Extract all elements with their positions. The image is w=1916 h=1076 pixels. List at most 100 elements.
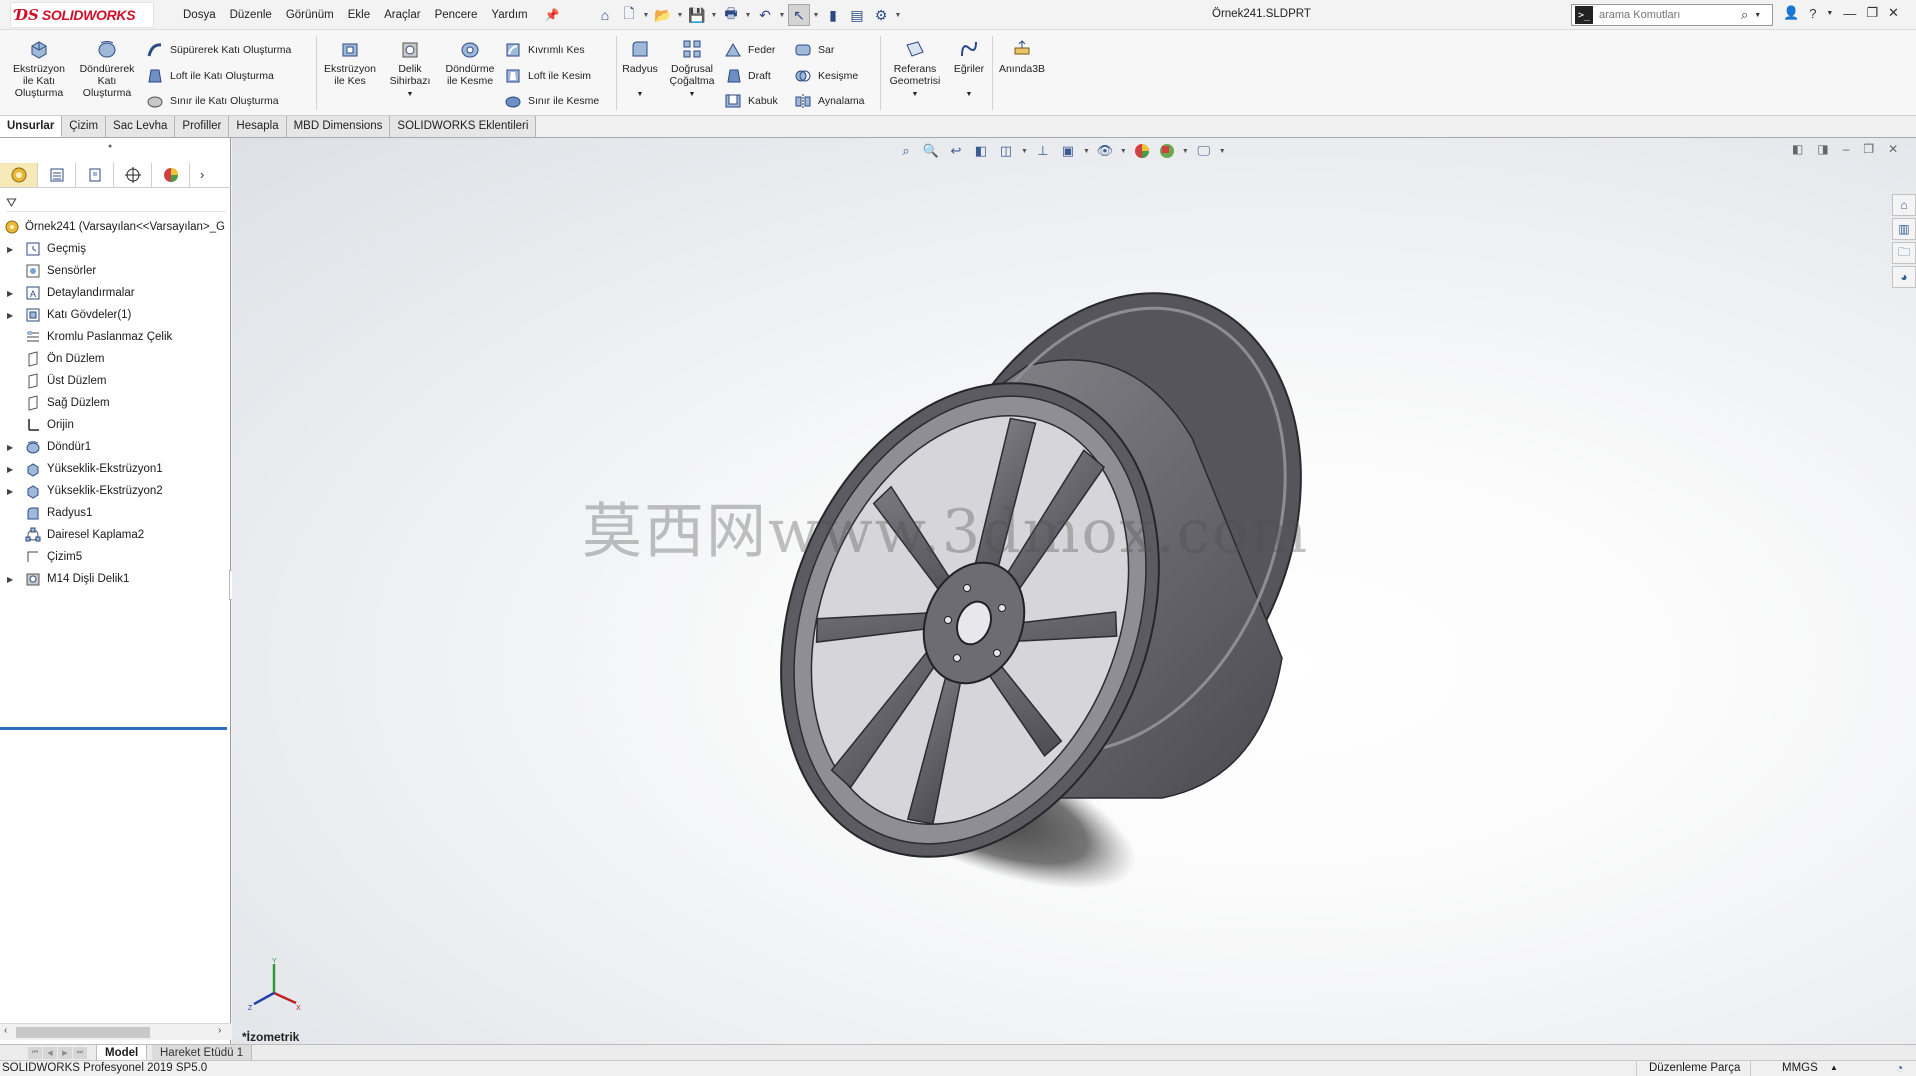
undo-caret-icon[interactable]: ▼	[778, 12, 786, 19]
search-input[interactable]	[1599, 9, 1739, 21]
tree-item[interactable]: Sensörler	[0, 260, 229, 282]
tree-item[interactable]: Kromlu Paslanmaz Çelik	[0, 326, 229, 348]
prev-tab-icon[interactable]: ◀	[43, 1047, 57, 1059]
open-caret-icon[interactable]: ▼	[676, 12, 684, 19]
user-icon[interactable]: 👤	[1783, 5, 1799, 21]
home-icon[interactable]: ⌂	[594, 4, 616, 26]
tree-item[interactable]: Ön Düzlem	[0, 348, 229, 370]
menu-pencere[interactable]: Pencere	[428, 9, 485, 21]
hole-wizard-caret-icon[interactable]: ▼	[407, 89, 414, 101]
rib-button[interactable]: Feder	[724, 41, 775, 59]
extrude-boss-button[interactable]: Ekstrüzyon ile Katı Oluşturma	[8, 38, 70, 99]
new-caret-icon[interactable]: ▼	[642, 12, 650, 19]
tab-hesapla[interactable]: Hesapla	[229, 116, 287, 137]
tree-item[interactable]: ▶ Döndür1	[0, 436, 229, 458]
mirror-button[interactable]: Aynalama	[794, 92, 865, 110]
tree-item[interactable]: Dairesel Kaplama2	[0, 524, 229, 546]
boundary-cut-button[interactable]: Sınır ile Kesme	[504, 92, 599, 110]
shell-button[interactable]: Kabuk	[724, 92, 778, 110]
pin-menu-icon[interactable]: 📌	[545, 8, 560, 22]
menu-dosya[interactable]: Dosya	[176, 9, 223, 21]
curves-button[interactable]: Eğriler ▼	[950, 38, 988, 101]
expand-arrow-icon[interactable]: ▶	[7, 465, 13, 474]
configuration-manager-tab-icon[interactable]	[76, 162, 114, 187]
tab-motion-study[interactable]: Hareket Etüdü 1	[152, 1045, 253, 1061]
open-folder-icon[interactable]: 📂	[652, 4, 674, 26]
fillet-caret-icon[interactable]: ▼	[637, 89, 644, 101]
search-commands-box[interactable]: >_ ⌕ ▼	[1571, 4, 1773, 26]
minimize-icon[interactable]: —	[1843, 6, 1856, 21]
tab-model[interactable]: Model	[96, 1045, 148, 1061]
search-icon[interactable]: ⌕	[1741, 7, 1748, 23]
tree-item[interactable]: ▶ M14 Dişli Delik1	[0, 568, 229, 590]
first-tab-icon[interactable]: ⏮	[28, 1047, 42, 1059]
expand-arrow-icon[interactable]: ▶	[7, 487, 13, 496]
instant3d-button[interactable]: Anında3B	[996, 38, 1048, 75]
tree-item[interactable]: Çizim5	[0, 546, 229, 568]
help-icon[interactable]: ?	[1809, 6, 1816, 21]
tab-mbd-dimensions[interactable]: MBD Dimensions	[286, 116, 391, 137]
chevron-right-icon[interactable]: ›	[200, 167, 204, 182]
close-icon[interactable]: ✕	[1888, 5, 1899, 21]
rebuild-status-icon[interactable]: ◔	[1896, 1061, 1903, 1075]
wheel-rim-model[interactable]	[232, 138, 1916, 1044]
wrap-button[interactable]: Sar	[794, 41, 834, 59]
horizontal-scrollbar[interactable]: ‹ ›	[0, 1023, 231, 1040]
scroll-thumb[interactable]	[16, 1027, 150, 1038]
tree-item[interactable]: Orijin	[0, 414, 229, 436]
property-manager-tab-icon[interactable]	[38, 162, 76, 187]
curves-caret-icon[interactable]: ▼	[966, 89, 973, 101]
tab-profiller[interactable]: Profiller	[175, 116, 230, 137]
unit-caret-icon[interactable]: ▲	[1830, 1063, 1838, 1072]
save-caret-icon[interactable]: ▼	[710, 12, 718, 19]
feature-manager-tab-icon[interactable]	[0, 162, 38, 187]
new-document-icon[interactable]: 🗋	[618, 4, 640, 26]
unit-system[interactable]: MMGS	[1782, 1062, 1818, 1074]
tab-solidworks-eklentileri[interactable]: SOLIDWORKS Eklentileri	[390, 116, 537, 137]
scroll-right-icon[interactable]: ›	[218, 1025, 221, 1036]
rollback-bar[interactable]	[0, 727, 227, 730]
revolve-boss-button[interactable]: Döndürerek Katı Oluşturma	[74, 38, 140, 99]
tree-item[interactable]: Üst Düzlem	[0, 370, 229, 392]
tab-unsurlar[interactable]: Unsurlar	[0, 116, 63, 137]
tree-item[interactable]: ▶ Yükseklik-Ekstrüzyon2	[0, 480, 229, 502]
expand-arrow-icon[interactable]: ▶	[7, 245, 13, 254]
display-manager-tab-icon[interactable]	[152, 162, 190, 187]
tree-item[interactable]: Sağ Düzlem	[0, 392, 229, 414]
last-tab-icon[interactable]: ⏭	[73, 1047, 87, 1059]
menu-duzenle[interactable]: Düzenle	[223, 9, 279, 21]
tree-item[interactable]: ▶ Katı Gövdeler(1)	[0, 304, 229, 326]
swept-cut-button[interactable]: Kıvrımlı Kes	[504, 41, 585, 59]
linear-pattern-button[interactable]: Doğrusal Çoğaltma ▼	[664, 38, 720, 101]
undo-icon[interactable]: ↶	[754, 4, 776, 26]
scroll-left-icon[interactable]: ‹	[4, 1025, 7, 1036]
graphics-area[interactable]: ⌕ 🔍 ↩ ◧ ◫ ▼ ⊥ ▣ ▼ 👁 ▼ ▼ 🖵 ▼ ◧ ◨ – ❐ ✕ ⌂ …	[232, 138, 1916, 1044]
tree-item[interactable]: ▶ A Detaylandırmalar	[0, 282, 229, 304]
fillet-button[interactable]: Radyus ▼	[620, 38, 660, 101]
print-icon[interactable]: 🖶	[720, 4, 742, 26]
help-caret-icon[interactable]: ▼	[1826, 10, 1833, 17]
dimxpert-manager-tab-icon[interactable]	[114, 162, 152, 187]
loft-boss-button[interactable]: Loft ile Katı Oluşturma	[146, 67, 274, 85]
select-caret-icon[interactable]: ▼	[812, 12, 820, 19]
tree-filter-row[interactable]: ⛛	[6, 194, 226, 212]
print-caret-icon[interactable]: ▼	[744, 12, 752, 19]
intersect-button[interactable]: Kesişme	[794, 67, 858, 85]
swept-boss-button[interactable]: Süpürerek Katı Oluşturma	[146, 41, 291, 59]
menu-araclar[interactable]: Araçlar	[377, 9, 427, 21]
boundary-boss-button[interactable]: Sınır ile Katı Oluşturma	[146, 92, 279, 110]
file-properties-icon[interactable]: ▤	[846, 4, 868, 26]
menu-gorunum[interactable]: Görünüm	[279, 9, 341, 21]
options-caret-icon[interactable]: ▼	[894, 12, 902, 19]
expand-arrow-icon[interactable]: ▶	[7, 443, 13, 452]
menu-ekle[interactable]: Ekle	[341, 9, 377, 21]
solidworks-logo[interactable]: ƊS SOLIDWORKS	[10, 2, 154, 28]
linear-pattern-caret-icon[interactable]: ▼	[689, 89, 696, 101]
expand-arrow-icon[interactable]: ▶	[7, 575, 13, 584]
tree-root-part[interactable]: Örnek241 (Varsayılan<<Varsayılan>_G	[0, 216, 229, 238]
extrude-cut-button[interactable]: Ekstrüzyon ile Kes	[320, 38, 380, 87]
hole-wizard-button[interactable]: Delik Sihirbazı ▼	[384, 38, 436, 101]
tree-item[interactable]: ▶ Yükseklik-Ekstrüzyon1	[0, 458, 229, 480]
coordinate-triad[interactable]: Y X Z	[246, 958, 306, 1018]
filter-icon[interactable]: ⛛	[6, 195, 17, 211]
